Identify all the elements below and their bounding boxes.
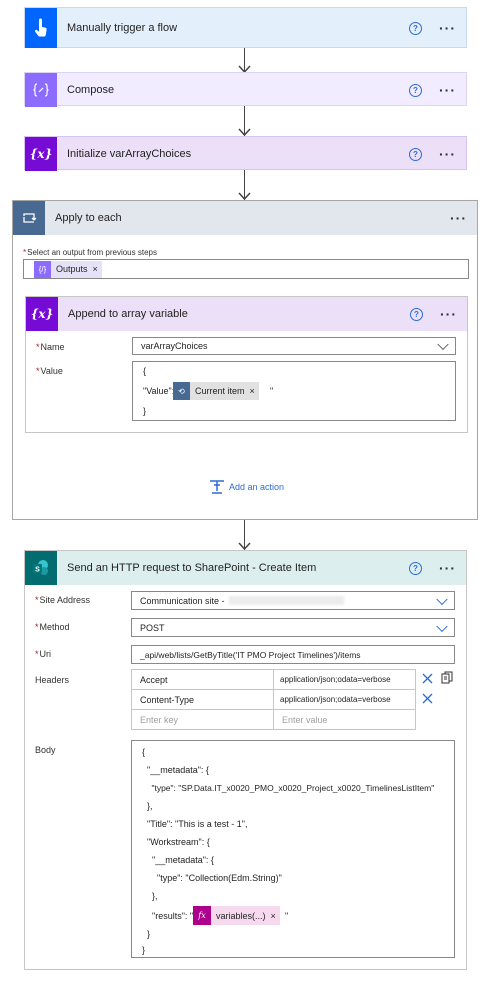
more-options-icon[interactable]: ···	[440, 307, 457, 321]
header-value-field[interactable]: application/json;odata=verbose	[273, 689, 416, 710]
loop-icon: ⟲	[173, 382, 190, 400]
name-dropdown[interactable]: varArrayChoices	[132, 337, 456, 355]
more-options-icon[interactable]: ···	[439, 147, 456, 161]
uri-field[interactable]: _api/web/lists/GetByTitle('IT PMO Projec…	[131, 645, 455, 664]
current-item-token[interactable]: ⟲ Current item ×	[173, 382, 259, 400]
uri-label: *Uri	[35, 649, 52, 659]
compose-card[interactable]: Compose ? ···	[24, 72, 467, 107]
variable-icon: {x}	[26, 297, 58, 331]
initialize-variable-title: Initialize varArrayChoices	[67, 148, 192, 160]
method-dropdown[interactable]: POST	[131, 618, 455, 637]
chevron-down-icon	[437, 338, 449, 351]
method-label: *Method	[35, 622, 70, 632]
variable-icon: {x}	[25, 137, 57, 171]
redacted-site-name	[228, 596, 344, 605]
help-icon[interactable]: ?	[409, 561, 422, 575]
more-options-icon[interactable]: ···	[439, 83, 456, 97]
value-field[interactable]: { "Value": " ⟲ Current item × " }	[132, 361, 456, 421]
more-options-icon[interactable]: ···	[439, 561, 456, 575]
loop-icon	[13, 201, 45, 235]
body-field[interactable]: { "__metadata": { "type": "SP.Data.IT_x0…	[131, 740, 455, 958]
header-key-field[interactable]: Content-Type	[131, 689, 274, 710]
site-address-label: *Site Address	[35, 595, 91, 605]
remove-token-icon[interactable]: ×	[271, 911, 280, 921]
sharepoint-http-title: Send an HTTP request to SharePoint - Cre…	[67, 562, 317, 574]
remove-token-icon[interactable]: ×	[93, 264, 102, 274]
arrow-down-icon	[238, 542, 251, 550]
select-output-label: *Select an output from previous steps	[23, 248, 157, 257]
value-label: *Value	[36, 366, 63, 376]
more-options-icon[interactable]: ···	[450, 211, 467, 225]
headers-label: Headers	[35, 675, 70, 685]
arrow-down-icon	[238, 192, 251, 200]
more-options-icon[interactable]: ···	[439, 21, 456, 35]
arrow-down-icon	[238, 128, 251, 136]
add-action-icon	[210, 480, 224, 494]
initialize-variable-card[interactable]: {x} Initialize varArrayChoices ? ···	[24, 136, 467, 171]
add-action-button[interactable]: Add an action	[209, 479, 284, 495]
help-icon[interactable]: ?	[409, 83, 422, 97]
remove-token-icon[interactable]: ×	[250, 386, 259, 396]
help-icon[interactable]: ?	[410, 307, 423, 321]
header-key-field[interactable]: Accept	[131, 669, 274, 690]
site-address-dropdown[interactable]: Communication site -	[131, 591, 455, 610]
help-icon[interactable]: ?	[409, 147, 422, 161]
compose-icon	[25, 73, 57, 107]
header-key-input[interactable]: Enter key	[131, 709, 274, 730]
name-label: *Name	[36, 342, 65, 352]
svg-text:S: S	[35, 567, 40, 574]
variables-expression-token[interactable]: fx variables(...) ×	[193, 906, 280, 925]
help-icon[interactable]: ?	[409, 21, 422, 35]
switch-to-text-mode-icon[interactable]	[441, 671, 453, 684]
chevron-down-icon	[436, 620, 448, 632]
chevron-down-icon	[436, 593, 448, 605]
apply-to-each-card[interactable]: Apply to each ··· *Select an output from…	[12, 200, 478, 520]
header-value-input[interactable]: Enter value	[273, 709, 416, 730]
trigger-card[interactable]: Manually trigger a flow ? ···	[24, 7, 467, 48]
touch-icon	[25, 8, 57, 48]
body-label: Body	[35, 745, 56, 755]
fx-icon: fx	[193, 906, 211, 925]
sharepoint-icon: S	[25, 551, 57, 585]
compose-icon: {/}	[34, 260, 51, 278]
compose-title: Compose	[67, 84, 115, 96]
trigger-title: Manually trigger a flow	[67, 22, 178, 34]
delete-row-icon[interactable]	[422, 673, 433, 684]
outputs-token[interactable]: {/} Outputs ×	[34, 260, 102, 278]
append-to-array-card[interactable]: {x} Append to array variable ? ··· *Name…	[25, 296, 468, 433]
append-to-array-title: Append to array variable	[68, 308, 188, 320]
sharepoint-http-card[interactable]: S Send an HTTP request to SharePoint - C…	[24, 550, 467, 970]
select-output-field[interactable]: {/} Outputs ×	[23, 259, 469, 279]
apply-to-each-title: Apply to each	[55, 212, 122, 224]
delete-row-icon[interactable]	[422, 693, 433, 704]
header-value-field[interactable]: application/json;odata=verbose	[273, 669, 416, 690]
